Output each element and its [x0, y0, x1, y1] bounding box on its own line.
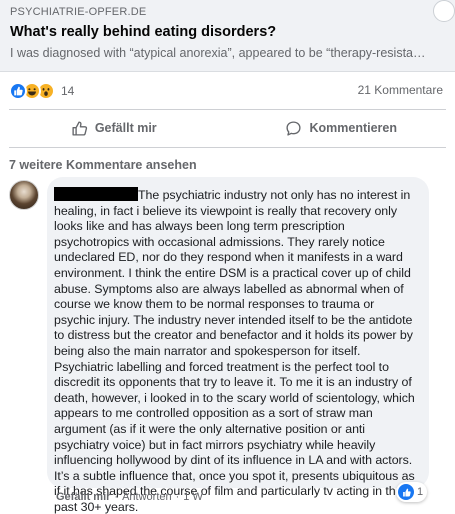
post-stats-row: 14 21 Kommentare	[0, 80, 455, 102]
view-more-comments-link[interactable]: 7 weitere Kommentare ansehen	[9, 158, 197, 172]
link-title[interactable]: What's really behind eating disorders?	[10, 22, 445, 42]
redacted-author-name	[54, 187, 138, 201]
comment-icon	[286, 120, 302, 136]
separator: ·	[175, 491, 180, 503]
reactions-summary[interactable]: 14	[9, 80, 74, 102]
comments-count[interactable]: 21 Kommentare	[358, 83, 443, 97]
comment-actions: Gefällt mir · Antworten · 1 W	[56, 491, 203, 503]
like-button-label: Gefällt mir	[94, 121, 157, 135]
link-preview-card[interactable]: PSYCHIATRIE-OPFER.DE What's really behin…	[0, 0, 455, 72]
post-action-bar: Gefällt mir Kommentieren	[0, 113, 455, 143]
comment-like-link[interactable]: Gefällt mir	[56, 491, 110, 503]
comment-timestamp[interactable]: 1 W	[183, 491, 203, 503]
reactions-count[interactable]: 14	[61, 84, 74, 98]
comment-button[interactable]: Kommentieren	[228, 113, 455, 143]
like-icon	[9, 82, 27, 100]
comment-reply-link[interactable]: Antworten	[122, 491, 172, 503]
divider	[9, 109, 446, 110]
comment-body: The psychiatric industry not only has no…	[54, 187, 417, 514]
close-icon[interactable]	[433, 0, 455, 22]
comment-reaction-count: 1	[417, 486, 424, 498]
comment-text: The psychiatric industry not only has no…	[54, 188, 415, 514]
comment-reactions[interactable]: 1	[396, 482, 428, 502]
link-description: I was diagnosed with “atypical anorexia”…	[10, 46, 426, 60]
like-button[interactable]: Gefällt mir	[0, 113, 228, 143]
comment-bubble: The psychiatric industry not only has no…	[47, 177, 429, 514]
link-domain: PSYCHIATRIE-OPFER.DE	[10, 6, 147, 18]
divider	[9, 147, 446, 148]
avatar[interactable]	[9, 180, 39, 210]
thumbs-up-icon	[72, 120, 87, 136]
comment-button-label: Kommentieren	[309, 121, 398, 135]
like-icon	[398, 484, 414, 500]
separator: ·	[114, 491, 119, 503]
